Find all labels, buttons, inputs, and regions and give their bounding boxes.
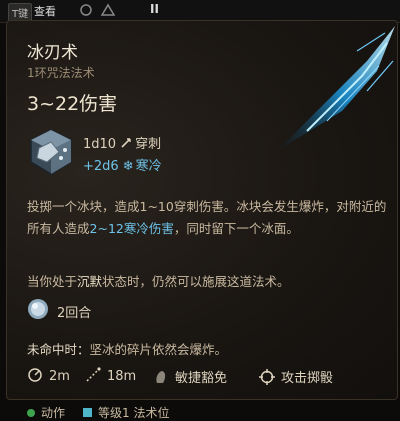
roll-stat: 攻击掷骰: [259, 367, 333, 386]
desc-cold-damage: 2~12寒冷伤害: [89, 221, 174, 236]
action-dot-icon: [27, 409, 35, 417]
save-stat: 敏捷豁免: [153, 367, 227, 386]
damage-total: 3~22伤害: [27, 93, 118, 115]
duration: 2回合: [57, 306, 92, 321]
range-value: 2m: [49, 369, 70, 384]
damage-type-cold: 寒冷: [135, 159, 162, 174]
spell-description: 投掷一个冰块，造成1~10穿刺伤害。冰块会发生爆炸，对附近的所有人造成2~12寒…: [27, 196, 392, 240]
aoe-value: 18m: [107, 369, 137, 384]
damage-dice-1: 1d10: [83, 137, 117, 152]
ice-knife-art: [277, 26, 395, 151]
snowflake-icon: ❄: [122, 159, 134, 174]
target-icon: [259, 369, 275, 385]
spell-name: 冰刃术: [27, 43, 78, 63]
roll-value: 攻击掷骰: [281, 371, 334, 386]
dex-save-icon: [156, 371, 166, 383]
toolbar-icon-1[interactable]: [78, 3, 94, 17]
spell-slot-label: 等级1 法术位: [98, 406, 170, 420]
spell-tooltip: 冰刃术 1环咒法法术 3~22伤害 1d10 穿刺 +2d6 ❄ 寒冷 投掷一个冰块，…: [6, 20, 398, 420]
note-text-2: 状态时，仍然可以施展这道法术。: [102, 274, 290, 289]
damage-type-pierce: 穿刺: [135, 137, 162, 152]
save-value: 敏捷豁免: [175, 371, 228, 386]
toolbar-icon-2[interactable]: [100, 3, 116, 17]
range-icon: [28, 368, 42, 382]
on-miss-text: 坚冰的碎片依然会爆炸。: [89, 342, 228, 357]
damage-dice-2: +2d6: [83, 159, 119, 174]
note-silence-keyword[interactable]: 沉默: [77, 274, 102, 289]
aoe-icon: [86, 367, 101, 382]
duration-icon: [28, 299, 48, 319]
spell-slot-icon: [83, 408, 93, 417]
damage-roll-pierce: 1d10 穿刺: [83, 133, 161, 152]
silence-note: 当你处于沉默状态时，仍然可以施展这道法术。: [27, 271, 290, 290]
pierce-icon: [121, 138, 131, 148]
desc-text-2: ，同时留下一个冰面。: [173, 221, 299, 236]
dice-icon: [30, 129, 72, 175]
note-text-1: 当你处于: [27, 274, 78, 289]
spell-school: 1环咒法法术: [27, 66, 95, 80]
damage-roll-cold: +2d6 ❄ 寒冷: [83, 155, 162, 174]
cost-bar: 动作 等级1 法术位: [27, 404, 169, 421]
view-button[interactable]: 查看: [34, 3, 56, 19]
on-miss-label: 未命中时：: [27, 342, 90, 357]
on-miss: 未命中时：坚冰的碎片依然会爆炸。: [27, 339, 227, 358]
pause-icon[interactable]: II: [150, 2, 159, 16]
aoe-stat: 18m: [85, 367, 136, 384]
range-stat: 2m: [27, 367, 70, 384]
action-label: 动作: [41, 406, 66, 420]
